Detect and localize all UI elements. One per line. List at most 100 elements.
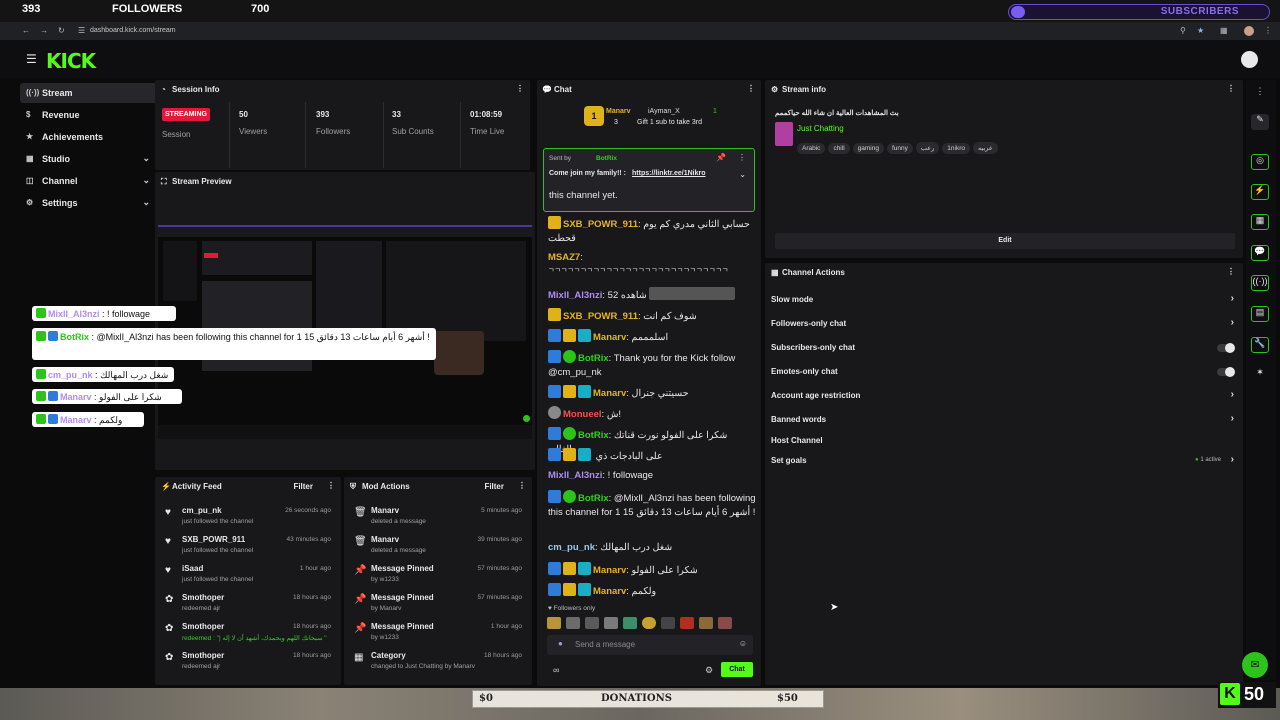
hamburger-icon[interactable]: ☰ <box>26 52 37 66</box>
more-icon[interactable]: ⋮ <box>747 84 755 93</box>
chat-username[interactable]: BotRix <box>578 430 609 441</box>
emote-icon[interactable] <box>604 617 618 629</box>
points-icon[interactable]: ∞ <box>553 665 559 675</box>
banned-words-row[interactable]: Banned words › <box>765 411 1243 429</box>
chat-username[interactable]: SXB_POWR_911 <box>563 219 638 230</box>
tag[interactable]: Arabic <box>797 143 826 154</box>
followers-only-row[interactable]: Followers-only chat › <box>765 315 1243 333</box>
activity-user[interactable]: Smothoper <box>182 593 224 602</box>
tag[interactable]: رعب <box>915 142 940 154</box>
mod-user[interactable]: Category <box>371 651 406 660</box>
tools-widget-icon[interactable]: 🔧 <box>1251 337 1269 353</box>
emote-icon[interactable] <box>547 617 561 629</box>
tag[interactable]: gaming <box>852 143 884 154</box>
more-icon[interactable]: ⋮ <box>738 153 746 162</box>
emote-icon[interactable] <box>718 617 732 629</box>
chat-username[interactable]: BotRix <box>578 493 609 504</box>
emote-icon[interactable] <box>566 617 580 629</box>
more-icon[interactable]: ⋮ <box>516 84 524 93</box>
search-icon[interactable]: ⚲ <box>1180 26 1186 35</box>
sidebar-item-channel[interactable]: ◫ Channel ⌄ <box>20 171 160 191</box>
chat-username[interactable]: BotRix <box>578 353 609 364</box>
host-channel-row[interactable]: Host Channel <box>765 432 1243 450</box>
edit-layout-icon[interactable]: ✎ <box>1251 114 1269 130</box>
chat-username[interactable]: MixlI_Al3nzi <box>548 470 602 481</box>
emote-icon[interactable] <box>642 617 656 629</box>
gift-sub-cta[interactable]: Gift 1 sub to take 3rd <box>637 119 702 126</box>
mod-widget-icon[interactable]: ▦ <box>1251 214 1269 230</box>
subscribers-only-toggle[interactable] <box>1217 343 1235 353</box>
chat-username[interactable]: Manarv <box>593 565 626 576</box>
actions-widget-icon[interactable]: ▤ <box>1251 306 1269 322</box>
set-goals-row[interactable]: Set goals ● 1 active › <box>765 452 1243 470</box>
emote-icon[interactable] <box>585 617 599 629</box>
reload-icon[interactable]: ↻ <box>58 26 65 35</box>
mod-user[interactable]: Message Pinned <box>371 564 434 573</box>
tag[interactable]: funny <box>886 143 913 154</box>
mod-user[interactable]: Manarv <box>371 506 399 515</box>
activity-user[interactable]: Smothoper <box>182 622 224 631</box>
tag[interactable]: chill <box>828 143 850 154</box>
support-chat-icon[interactable]: ✉ <box>1242 652 1268 678</box>
sidebar-item-revenue[interactable]: $ Revenue <box>20 105 160 125</box>
activity-user[interactable]: cm_pu_nk <box>182 506 222 515</box>
second-gifter-name[interactable]: iAyman_X <box>648 108 680 115</box>
site-info-icon[interactable]: ☰ <box>78 26 85 35</box>
activity-user[interactable]: iSaad <box>182 564 203 573</box>
bookmark-star-icon[interactable]: ★ <box>1197 26 1204 35</box>
emotes-only-toggle[interactable] <box>1217 367 1235 377</box>
user-avatar[interactable] <box>1241 51 1258 68</box>
emote-icon[interactable] <box>661 617 675 629</box>
mod-user[interactable]: Message Pinned <box>371 593 434 602</box>
sidebar-item-stream[interactable]: ((·)) Stream <box>20 83 160 103</box>
activity-user[interactable]: Smothoper <box>182 651 224 660</box>
kick-logo[interactable]: KICK <box>46 49 96 73</box>
chevron-down-icon[interactable]: ⌄ <box>739 170 746 179</box>
sidebar-item-achievements[interactable]: ★ Achievements <box>20 127 160 147</box>
more-icon[interactable]: ⋮ <box>1251 86 1269 102</box>
tag[interactable]: 1nikro <box>942 143 970 154</box>
plugin-icon[interactable]: ✶ <box>1251 367 1269 383</box>
chat-username[interactable]: cm_pu_nk <box>548 542 595 553</box>
emote-icon[interactable] <box>623 617 637 629</box>
chat-username[interactable]: Monueel <box>563 409 602 420</box>
emote-icon[interactable] <box>680 617 694 629</box>
mod-user[interactable]: Message Pinned <box>371 622 434 631</box>
sidebar-item-settings[interactable]: ⚙ Settings ⌄ <box>20 193 160 213</box>
emote-icon[interactable] <box>699 617 713 629</box>
browser-menu-icon[interactable]: ⋮ <box>1264 26 1272 35</box>
sidebar-item-studio[interactable]: ▦ Studio ⌄ <box>20 149 160 169</box>
activity-widget-icon[interactable]: ⚡ <box>1251 184 1269 200</box>
broadcast-widget-icon[interactable]: ((·)) <box>1251 275 1269 291</box>
category-name[interactable]: Just Chatting <box>797 124 844 133</box>
filter-button[interactable]: Filter <box>484 482 504 491</box>
forward-icon[interactable]: → <box>40 26 48 35</box>
profile-avatar[interactable] <box>1244 26 1254 36</box>
filter-button[interactable]: Filter <box>293 482 313 491</box>
chat-widget-icon[interactable]: 💬 <box>1251 245 1269 261</box>
chat-username[interactable]: MixlI_Al3nzi <box>548 290 602 301</box>
activity-user[interactable]: SXB_POWR_911 <box>182 535 245 544</box>
pinned-user[interactable]: BotRix <box>596 155 617 162</box>
address-bar[interactable]: dashboard.kick.com/stream <box>90 27 176 34</box>
chat-username[interactable]: MSAZ7 <box>548 252 580 263</box>
slow-mode-row[interactable]: Slow mode › <box>765 291 1243 309</box>
mic-icon[interactable]: ● <box>558 639 563 648</box>
more-icon[interactable]: ⋮ <box>1227 267 1235 276</box>
more-icon[interactable]: ⋮ <box>518 481 526 490</box>
emoji-icon[interactable]: ☺ <box>739 639 747 648</box>
tag[interactable]: عربيه <box>973 142 998 154</box>
more-icon[interactable]: ⋮ <box>1227 84 1235 93</box>
send-chat-button[interactable]: Chat <box>721 662 753 677</box>
back-icon[interactable]: ← <box>22 26 30 35</box>
category-thumbnail[interactable] <box>775 122 793 146</box>
chat-input[interactable]: ● Send a message ☺ <box>547 635 753 655</box>
chat-username[interactable]: Manarv <box>593 586 626 597</box>
top-gifter-name[interactable]: Manarv <box>606 108 631 115</box>
pin-icon[interactable]: 📌 <box>716 153 726 162</box>
chat-username[interactable]: Manarv <box>593 332 626 343</box>
session-widget-icon[interactable]: ◎ <box>1251 154 1269 170</box>
chat-username[interactable]: Manarv <box>593 388 626 399</box>
gear-icon[interactable]: ⚙ <box>705 665 713 676</box>
account-age-row[interactable]: Account age restriction › <box>765 387 1243 405</box>
